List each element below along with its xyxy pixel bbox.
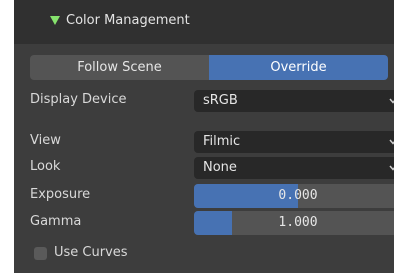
display-device-value: sRGB — [203, 93, 238, 108]
gamma-slider[interactable]: 1.000 — [194, 211, 394, 235]
look-dropdown[interactable]: None — [194, 157, 394, 179]
look-value: None — [203, 160, 237, 175]
use-curves-checkbox[interactable] — [34, 247, 47, 260]
look-label: Look — [30, 159, 61, 174]
view-value: Filmic — [203, 134, 241, 149]
follow-scene-button[interactable]: Follow Scene — [30, 55, 209, 80]
view-label: View — [30, 133, 61, 148]
view-dropdown[interactable]: Filmic — [194, 131, 394, 153]
chevron-down-icon — [389, 98, 394, 104]
color-management-panel: Color Management Follow Scene Override D… — [14, 0, 394, 273]
use-curves-label[interactable]: Use Curves — [54, 245, 128, 260]
expand-arrow-icon[interactable] — [50, 16, 60, 25]
panel-title: Color Management — [66, 13, 190, 28]
gamma-label: Gamma — [30, 214, 82, 229]
chevron-down-icon — [389, 139, 394, 145]
exposure-value: 0.000 — [278, 188, 318, 203]
override-button[interactable]: Override — [209, 55, 388, 80]
display-device-dropdown[interactable]: sRGB — [194, 90, 394, 112]
exposure-slider[interactable]: 0.000 — [194, 184, 394, 208]
exposure-label: Exposure — [30, 187, 91, 202]
panel-header[interactable]: Color Management — [14, 0, 394, 44]
display-device-label: Display Device — [30, 92, 127, 107]
gamma-value: 1.000 — [278, 215, 318, 230]
chevron-down-icon — [389, 165, 394, 171]
mode-toggle: Follow Scene Override — [30, 55, 388, 80]
